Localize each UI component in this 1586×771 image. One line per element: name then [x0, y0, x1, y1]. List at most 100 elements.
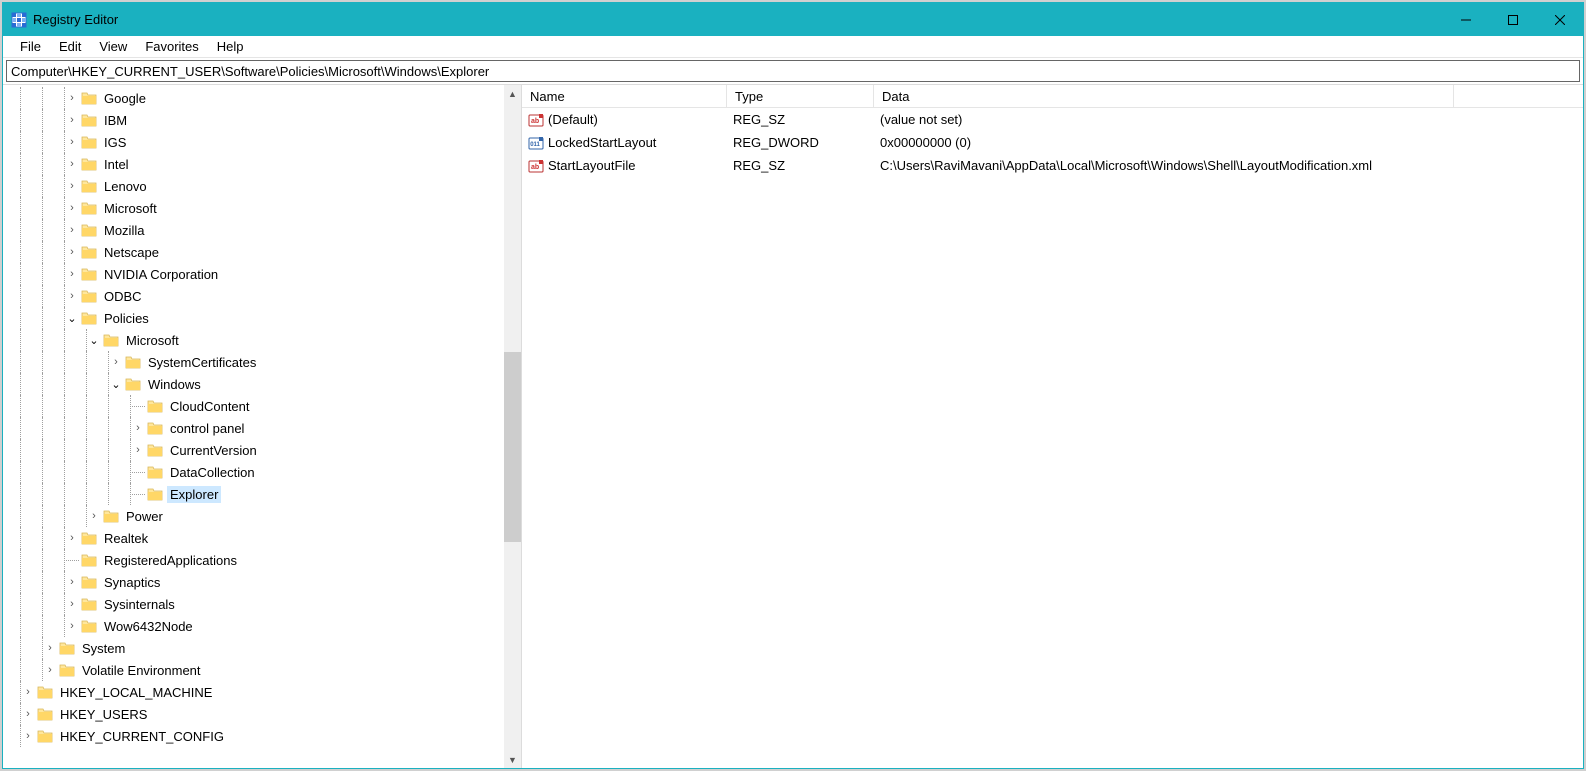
menu-file[interactable]: File — [11, 37, 50, 56]
folder-icon — [147, 398, 163, 414]
tree-item[interactable]: ›System — [3, 637, 504, 659]
address-bar[interactable]: Computer\HKEY_CURRENT_USER\Software\Poli… — [6, 60, 1580, 82]
expander-closed-icon[interactable]: › — [109, 356, 123, 368]
values-pane: Name Type Data (Default)REG_SZ(value not… — [522, 85, 1583, 768]
tree-item[interactable]: ›Synaptics — [3, 571, 504, 593]
reg-string-icon — [528, 158, 544, 174]
expander-closed-icon[interactable]: › — [87, 510, 101, 522]
tree-item[interactable]: › Volatile Environment — [3, 659, 504, 681]
close-button[interactable] — [1536, 3, 1583, 36]
expander-closed-icon[interactable]: › — [65, 180, 79, 192]
tree-item[interactable]: ›Power — [3, 505, 504, 527]
tree-item[interactable]: ›SystemCertificates — [3, 351, 504, 373]
minimize-button[interactable] — [1442, 3, 1489, 36]
menu-edit[interactable]: Edit — [50, 37, 90, 56]
tree-item[interactable]: ⌄Policies — [3, 307, 504, 329]
expander-closed-icon[interactable]: › — [131, 444, 145, 456]
value-row[interactable]: (Default)REG_SZ(value not set) — [522, 108, 1583, 131]
tree-item[interactable]: ›Lenovo — [3, 175, 504, 197]
folder-icon — [81, 266, 97, 282]
expander-closed-icon[interactable]: › — [21, 730, 35, 742]
value-data: C:\Users\RaviMavani\AppData\Local\Micros… — [874, 158, 1454, 173]
scroll-thumb[interactable] — [504, 352, 521, 542]
menu-help[interactable]: Help — [208, 37, 253, 56]
tree-item[interactable]: DataCollection — [3, 461, 504, 483]
tree-item[interactable]: CloudContent — [3, 395, 504, 417]
tree-item-label: control panel — [167, 420, 247, 437]
folder-icon — [81, 618, 97, 634]
scroll-track[interactable] — [504, 102, 521, 751]
expander-closed-icon[interactable]: › — [65, 158, 79, 170]
tree-item[interactable]: Explorer — [3, 483, 504, 505]
tree-item[interactable]: ›Intel — [3, 153, 504, 175]
tree-item[interactable]: › Sysinternals — [3, 593, 504, 615]
expander-closed-icon[interactable]: › — [21, 708, 35, 720]
values-header: Name Type Data — [522, 85, 1583, 108]
tree-item[interactable]: › HKEY_LOCAL_MACHINE — [3, 681, 504, 703]
expander-closed-icon[interactable]: › — [65, 576, 79, 588]
expander-open-icon[interactable]: ⌄ — [109, 378, 123, 391]
column-type[interactable]: Type — [727, 85, 874, 107]
column-data[interactable]: Data — [874, 85, 1454, 107]
expander-closed-icon[interactable]: › — [65, 598, 79, 610]
tree-item[interactable]: › control panel — [3, 417, 504, 439]
tree-item[interactable]: ›Realtek — [3, 527, 504, 549]
tree-item[interactable]: › ODBC — [3, 285, 504, 307]
folder-icon — [37, 728, 53, 744]
expander-closed-icon[interactable]: › — [65, 268, 79, 280]
tree-item[interactable]: ›Netscape — [3, 241, 504, 263]
tree-item-label: HKEY_CURRENT_CONFIG — [57, 728, 227, 745]
scroll-up-icon[interactable]: ▲ — [504, 85, 521, 102]
tree-item[interactable]: ›Mozilla — [3, 219, 504, 241]
tree-item-label: CurrentVersion — [167, 442, 260, 459]
value-row[interactable]: LockedStartLayoutREG_DWORD0x00000000 (0) — [522, 131, 1583, 154]
tree-item[interactable]: › CurrentVersion — [3, 439, 504, 461]
expander-closed-icon[interactable]: › — [65, 136, 79, 148]
scroll-down-icon[interactable]: ▼ — [504, 751, 521, 768]
expander-closed-icon[interactable]: › — [65, 246, 79, 258]
tree-item-label: ODBC — [101, 288, 145, 305]
expander-closed-icon[interactable]: › — [21, 686, 35, 698]
tree-item[interactable]: ›Wow6432Node — [3, 615, 504, 637]
expander-closed-icon[interactable]: › — [65, 620, 79, 632]
expander-open-icon[interactable]: ⌄ — [65, 312, 79, 325]
reg-string-icon — [528, 112, 544, 128]
tree-item[interactable]: ⌄Microsoft — [3, 329, 504, 351]
tree-item[interactable]: › HKEY_CURRENT_CONFIG — [3, 725, 504, 747]
menu-favorites[interactable]: Favorites — [136, 37, 207, 56]
titlebar[interactable]: Registry Editor — [3, 3, 1583, 36]
tree-item-label: Google — [101, 90, 149, 107]
expander-closed-icon[interactable]: › — [43, 642, 57, 654]
menu-view[interactable]: View — [90, 37, 136, 56]
tree-item[interactable]: › Google — [3, 87, 504, 109]
expander-closed-icon[interactable]: › — [65, 224, 79, 236]
value-row[interactable]: StartLayoutFileREG_SZC:\Users\RaviMavani… — [522, 154, 1583, 177]
folder-icon — [81, 112, 97, 128]
folder-icon — [81, 596, 97, 612]
tree-item-label: HKEY_LOCAL_MACHINE — [57, 684, 215, 701]
expander-closed-icon[interactable]: › — [65, 290, 79, 302]
tree-item[interactable]: ›IGS — [3, 131, 504, 153]
tree-item[interactable]: ›Microsoft — [3, 197, 504, 219]
column-name[interactable]: Name — [522, 85, 727, 107]
expander-closed-icon[interactable]: › — [65, 114, 79, 126]
tree-item[interactable]: ›HKEY_USERS — [3, 703, 504, 725]
tree-item[interactable]: ›IBM — [3, 109, 504, 131]
expander-closed-icon[interactable]: › — [65, 202, 79, 214]
tree-item-label: Sysinternals — [101, 596, 178, 613]
tree-item[interactable]: › NVIDIA Corporation — [3, 263, 504, 285]
expander-closed-icon[interactable]: › — [43, 664, 57, 676]
folder-icon — [81, 530, 97, 546]
expander-closed-icon[interactable]: › — [65, 92, 79, 104]
tree-item[interactable]: ⌄Windows — [3, 373, 504, 395]
maximize-button[interactable] — [1489, 3, 1536, 36]
expander-closed-icon[interactable]: › — [131, 422, 145, 434]
tree-item[interactable]: RegisteredApplications — [3, 549, 504, 571]
folder-icon — [147, 420, 163, 436]
tree-scrollbar[interactable]: ▲ ▼ — [504, 85, 521, 768]
expander-closed-icon[interactable]: › — [65, 532, 79, 544]
expander-open-icon[interactable]: ⌄ — [87, 334, 101, 347]
tree-item-label: Volatile Environment — [79, 662, 204, 679]
folder-icon — [81, 178, 97, 194]
tree-item-label: NVIDIA Corporation — [101, 266, 221, 283]
